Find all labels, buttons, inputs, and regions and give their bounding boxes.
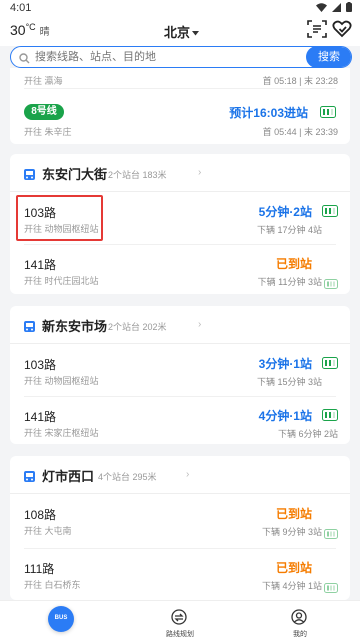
bus-icon <box>24 319 35 337</box>
station-name: 东安门大街 <box>42 167 108 182</box>
route-next: 下辆 17分钟 4站 <box>256 225 322 235</box>
route-next: 下辆 4分钟 1站 <box>261 581 322 591</box>
station-name: 新东安市场 <box>42 319 108 334</box>
route-next: 下辆 11分钟 3站 <box>257 277 322 287</box>
favorites-button[interactable] <box>332 20 354 40</box>
occupancy-icon <box>324 580 338 598</box>
route-eta: 4分钟·1站 <box>258 409 312 423</box>
status-bar: 4:01 <box>0 0 360 16</box>
route-next: 下辆 6分钟 2站 <box>277 429 338 439</box>
tab-route-plan[interactable]: 路线规划 <box>120 601 240 640</box>
subway-first-last-south: 首 05:18 | 末 23:28 <box>262 76 338 86</box>
chevron-right-icon: › <box>198 319 202 330</box>
wifi-icon <box>316 2 327 15</box>
chevron-right-icon: › <box>186 469 190 480</box>
route-row[interactable]: 111路 开往 白石桥东 已到站 下辆 4分钟 1站 <box>10 550 350 598</box>
scan-button[interactable] <box>307 20 329 40</box>
route-plan-icon <box>171 609 187 630</box>
route-direction: 开往 白石桥东 <box>24 580 81 590</box>
occupancy-icon <box>322 408 338 426</box>
route-eta: 3分钟·1站 <box>258 357 312 371</box>
tab-label: 我的 <box>293 631 307 638</box>
tab-bus-label: BUS <box>54 615 68 621</box>
city-selector[interactable]: 北京 <box>164 22 200 41</box>
station-header[interactable]: 东安门大街 2个站台 183米 › <box>10 154 350 192</box>
tab-label: 路线规划 <box>166 631 194 638</box>
bus-icon <box>24 167 35 185</box>
divider <box>24 396 336 397</box>
search-input[interactable] <box>35 49 285 65</box>
temperature-unit: °C <box>25 22 36 32</box>
caret-down-icon <box>192 24 200 39</box>
selection-highlight <box>16 195 103 241</box>
station-info: 4个站台 295米 <box>98 472 157 482</box>
search-icon <box>19 51 30 67</box>
route-row[interactable]: 141路 开往 宋家庄枢纽站 4分钟·1站 下辆 6分钟 2站 <box>10 398 350 444</box>
signal-icon <box>332 2 341 15</box>
bus-icon <box>24 469 35 487</box>
station-card: 新东安市场 2个站台 202米 › 103路 开往 动物园枢纽站 3分钟·1站 … <box>10 306 350 444</box>
station-info: 2个站台 183米 <box>108 170 167 180</box>
route-row[interactable]: 103路 开往 动物园枢纽站 3分钟·1站 下辆 15分钟 3站 <box>10 346 350 394</box>
subway-next-arrival: 预计16:03进站 <box>229 106 308 120</box>
scan-icon <box>307 20 327 42</box>
line-badge: 8号线 <box>24 104 64 120</box>
route-direction: 开往 宋家庄枢纽站 <box>24 428 99 438</box>
divider <box>24 548 336 549</box>
station-header[interactable]: 灯市西口 4个站台 295米 › <box>10 456 350 494</box>
subway-first-last-north: 首 05:44 | 末 23:39 <box>262 127 338 137</box>
route-next: 下辆 9分钟 3站 <box>261 527 322 537</box>
temperature: 30 <box>10 22 26 38</box>
route-eta: 已到站 <box>275 561 312 575</box>
tab-bus-home[interactable]: BUS <box>48 606 74 632</box>
route-next: 下辆 15分钟 3站 <box>256 377 322 387</box>
route-name: 108路 <box>24 508 57 522</box>
occupancy-icon <box>324 276 338 294</box>
route-name: 103路 <box>24 358 57 372</box>
occupancy-icon <box>322 204 338 222</box>
station-card: 灯市西口 4个站台 295米 › 108路 开往 大屯南 已到站 下辆 9分钟 … <box>10 456 350 600</box>
chevron-right-icon: › <box>198 167 202 178</box>
status-time: 4:01 <box>10 2 32 14</box>
route-eta: 5分钟·2站 <box>258 205 312 219</box>
top-bar: 30°C 晴 北京 <box>0 16 360 46</box>
divider <box>24 88 336 89</box>
station-header[interactable]: 新东安市场 2个站台 202米 › <box>10 306 350 344</box>
route-name: 141路 <box>24 258 57 272</box>
route-name: 111路 <box>24 562 55 576</box>
search-button[interactable]: 搜索 <box>306 47 351 67</box>
weather: 30°C 晴 <box>10 22 50 38</box>
station-name: 灯市西口 <box>42 469 95 484</box>
route-eta: 已到站 <box>275 257 312 271</box>
route-direction: 开往 大屯南 <box>24 526 72 536</box>
station-info: 2个站台 202米 <box>108 322 167 332</box>
subway-dir-south: 开往 瀛海 <box>24 76 63 86</box>
user-icon <box>291 609 307 630</box>
route-direction: 开往 时代庄园北站 <box>24 276 99 286</box>
tab-mine[interactable]: 我的 <box>240 601 360 640</box>
battery-icon <box>346 2 352 15</box>
subway-card[interactable]: 开往 瀛海 首 05:18 | 末 23:28 8号线 预计16:03进站 开往… <box>10 68 350 144</box>
route-direction: 开往 动物园枢纽站 <box>24 376 99 386</box>
route-eta: 已到站 <box>275 507 312 521</box>
route-name: 141路 <box>24 410 57 424</box>
subway-dir-north: 开往 朱辛庄 <box>24 127 72 137</box>
city-name: 北京 <box>164 25 191 40</box>
weather-condition: 晴 <box>39 27 50 38</box>
heart-icon <box>332 20 352 42</box>
search-bar: 搜索 <box>10 46 352 68</box>
occupancy-icon <box>322 356 338 374</box>
occupancy-icon <box>320 105 336 123</box>
divider <box>24 244 336 245</box>
route-row[interactable]: 108路 开往 大屯南 已到站 下辆 9分钟 3站 <box>10 496 350 544</box>
route-row[interactable]: 141路 开往 时代庄园北站 已到站 下辆 11分钟 3站 <box>10 246 350 294</box>
occupancy-icon <box>324 526 338 544</box>
